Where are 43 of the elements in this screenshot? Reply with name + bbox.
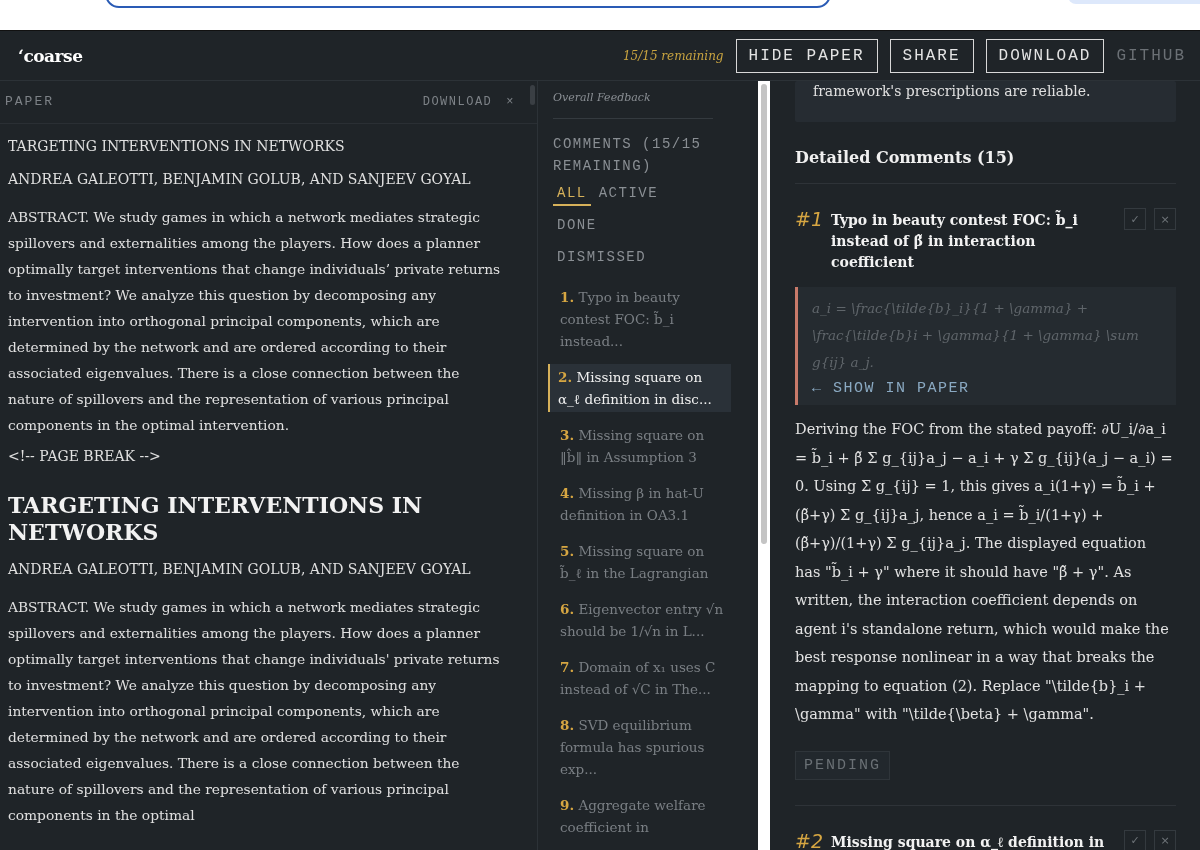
comment-list-item[interactable]: 1. Typo in beauty contest FOC: b̃_i instead... <box>553 284 731 354</box>
header-button[interactable]: HIDE PAPER <box>735 38 878 73</box>
comments-heading: COMMENTS (15/15 REMAINING) <box>553 135 703 176</box>
comment-title: Missing square on α_ℓ definition in <box>831 832 1106 850</box>
paper-text: <!-- PAGE BREAK --> <box>8 448 162 464</box>
remaining-count: 15/15 remaining <box>622 48 724 63</box>
header-button[interactable]: DOWNLOAD <box>985 38 1105 73</box>
filter-tab[interactable]: ALL <box>553 183 591 206</box>
comment-list-item[interactable]: 4. Missing β in hat-U definition in OA3.1 <box>553 480 731 528</box>
comment-number: #2 <box>795 829 823 850</box>
comment-title: Typo in beauty contest FOC: b̃_i instead of β̃ in interaction coefficient <box>831 209 1079 272</box>
comment-list-item[interactable]: 2. Missing square on α_ℓ definition in disc... <box>548 364 731 412</box>
scrollbar[interactable] <box>530 85 535 105</box>
feedback-text: framework's prescriptions are reliable. <box>813 82 1091 99</box>
comment-list-item[interactable]: 9. Aggregate welfare coefficient in <box>553 792 731 840</box>
filter-tab[interactable]: DONE <box>553 215 601 238</box>
comment-list-item[interactable]: 5. Missing square on b̃_ℓ in the Lagrangian <box>553 538 731 586</box>
abstract-paragraph: ABSTRACT. We study games in which a network mediates strategic spillovers and externalities among the players. How does a planner optimally target interventions that change individuals' private returns to investment? We analyze this question by decomposing any intervention into orthogonal principal components, which are determined by the network and are ordered according to their associated eigenvalues. There is a close connection between the nature of spillovers and the representation of various principal components in the optimal <box>8 598 501 825</box>
download-link[interactable]: DOWNLOAD <box>422 94 493 109</box>
paper-text: ANDREA GALEOTTI, BENJAMIN GOLUB, AND SANJEEV GOYAL <box>8 171 472 187</box>
comment-list-item[interactable]: 6. Eigenvector entry √n should be 1/√n in L... <box>553 596 731 644</box>
comment-number: #1 <box>795 208 823 230</box>
status-badge: PENDING <box>795 750 890 780</box>
overall-feedback-link[interactable]: Overall Feedback <box>553 89 756 118</box>
comment-list-item[interactable]: 3. Missing square on ‖b̂‖ in Assumption 3 <box>553 422 731 470</box>
paper-text: TARGETING INTERVENTIONS IN NETWORKS <box>8 138 346 154</box>
paper-text: ANDREA GALEOTTI, BENJAMIN GOLUB, AND SANJEEV GOYAL <box>8 561 472 577</box>
filter-tab[interactable]: ACTIVE <box>594 183 663 206</box>
header-button[interactable]: SHARE <box>889 38 974 73</box>
section-heading: Detailed Comments (15) <box>795 148 1176 184</box>
comment-list-item[interactable]: 7. Domain of x₁ uses C instead of √C in The... <box>553 654 731 702</box>
comment-list-item[interactable]: 8. SVD equilibrium formula has spurious exp... <box>553 712 731 782</box>
scrollbar-thumb[interactable] <box>761 84 767 544</box>
close-button[interactable]: × <box>506 94 515 109</box>
panel-title: PAPER <box>5 94 55 109</box>
abstract-paragraph: ABSTRACT. We study games in which a network mediates strategic spillovers and externalities among the players. How does a planner optimally target interventions that change individuals’ private returns to investment? We analyze this question by decomposing any intervention into orthogonal principal components, which are determined by the network and are ordered according to their associated eigenvalues. There is a close connection between the nature of spillovers and the representation of various principal components in the optimal intervention. <box>8 208 502 435</box>
scrollbar[interactable] <box>758 81 770 850</box>
logo: ‘coarse <box>18 45 83 66</box>
paper-heading: TARGETING INTERVENTIONS IN NETWORKS <box>8 492 424 546</box>
comment-text: Deriving the FOC from the stated payoff: ∂U_i/∂a_i = b̃_i + β̃ Σ g_{ij}a_j − a_i + γ Σ g_{ij}(a_j − a_i) = 0. Using Σ g_{ij} = 1, this gives a_i(1+γ) = b̃_i + (β̃+γ) Σ g_{ij}a_j, hence a_i = b̃_i/(1+γ) + (β̃+γ)/(1+γ) Σ g_{ij}a_j. The displayed equation has "b̃_i + γ" where it should have "β̃ + γ". As written, the interaction coefficient depends on agent i's standalone return, which would make the best response nonlinear in a way that breaks the mapping to equation (2). Replace "\tilde{b}_i + \gamma" with "\tilde{\beta} + \gamma". <box>795 420 1174 724</box>
filter-tab[interactable]: DISMISSED <box>553 247 651 270</box>
quoted-equation: a_i = \frac{\tilde{b}_i}{1 + \gamma} + \frac{\tilde{b}i + \gamma}{1 + \gamma} \sum g{ij} a_j. <box>812 299 1140 372</box>
show-in-paper-link[interactable]: ← SHOW IN PAPER <box>812 380 970 397</box>
